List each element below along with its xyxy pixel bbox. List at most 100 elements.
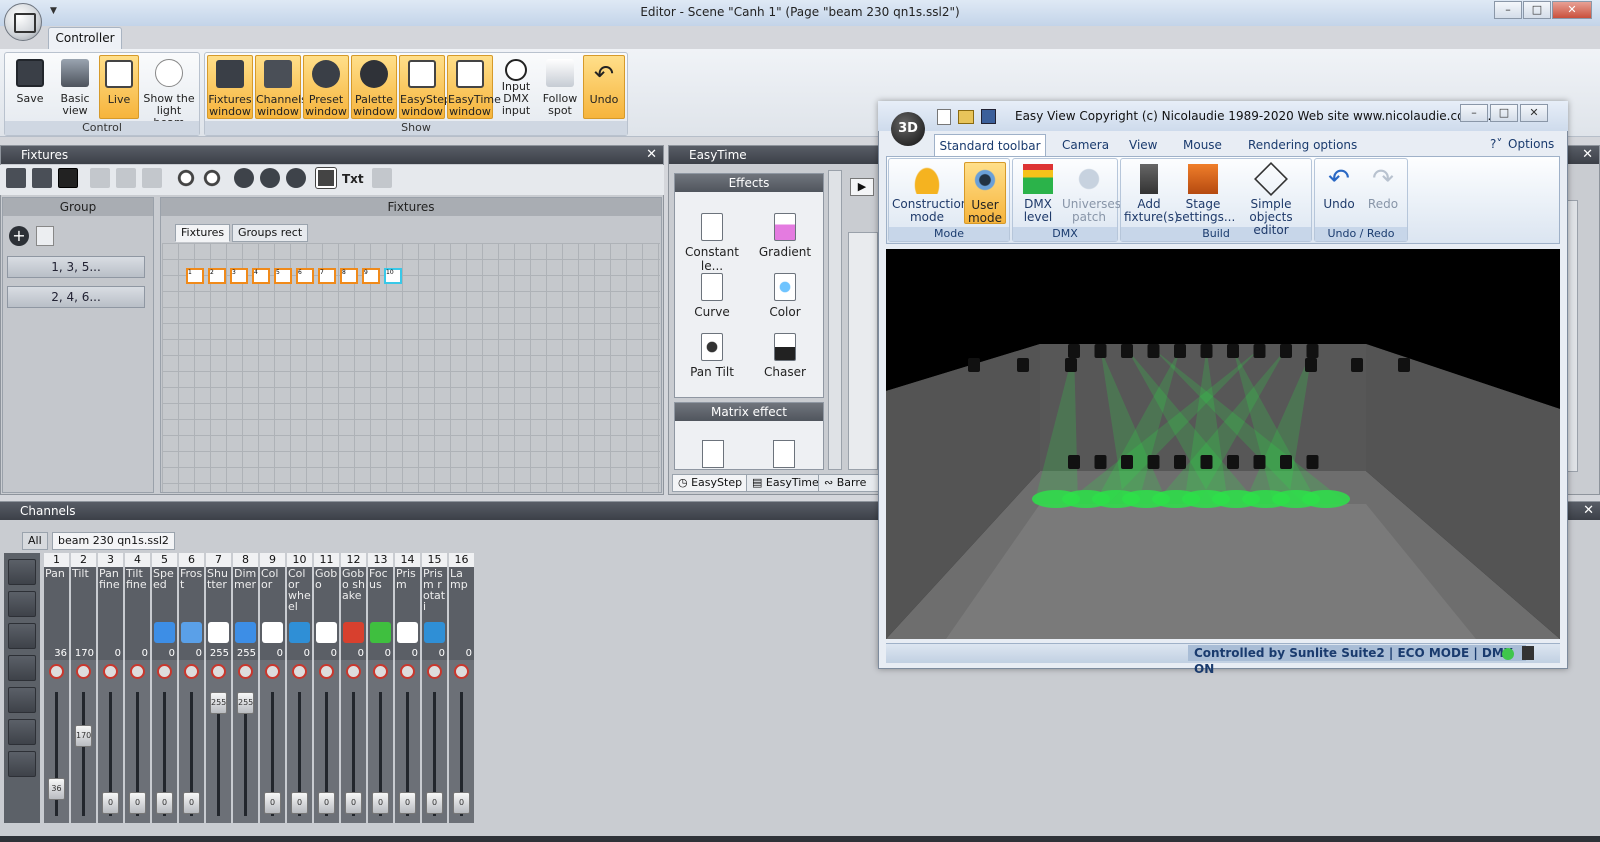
tab-groups-rect[interactable]: Groups rect [232,224,309,242]
color-faders-icon[interactable] [8,655,36,681]
fader-handle[interactable]: 0 [102,792,119,814]
fader-handle[interactable]: 36 [48,778,65,800]
fixture-icon[interactable]: 3 [230,268,248,284]
fader-handle[interactable]: 0 [399,792,416,814]
tab-easytime[interactable]: ▤ EasyTime [746,474,825,492]
fader-handle[interactable]: 0 [183,792,200,814]
channel-icon-cell[interactable] [368,620,393,648]
easyview-maximize-button[interactable]: □ [1490,104,1518,122]
follow-spot-button[interactable]: Follow spot [539,55,581,119]
channel-fader[interactable]: 0 [125,686,150,823]
delete-icon[interactable] [142,168,162,188]
channel-fader[interactable]: 0 [314,686,339,823]
fader-handle[interactable]: 255 [237,692,254,714]
effects-scrollbar[interactable] [828,170,842,470]
channel-knob[interactable] [314,660,339,686]
list-icon[interactable] [8,687,36,713]
channel-fader[interactable]: 0 [287,686,312,823]
close-button[interactable]: ✕ [1552,1,1592,19]
universes-patch-button[interactable]: Universes patch [1062,162,1121,224]
matrix-effect-icon[interactable] [702,440,724,468]
channel-knob[interactable] [368,660,393,686]
channel-fader[interactable]: 0 [260,686,285,823]
fixture-icon[interactable]: 8 [340,268,358,284]
channel-icon-cell[interactable] [71,620,96,648]
open-folder-icon[interactable] [958,110,974,124]
channel-icon-cell[interactable] [449,620,474,648]
channel-fader[interactable]: 0 [98,686,123,823]
txt-toggle-button[interactable]: Txt [342,172,364,186]
tab-easystep[interactable]: ◷ EasyStep [672,474,749,492]
fixtures-window-button[interactable]: Fixtures window [207,55,253,119]
channel-fader[interactable]: 0 [341,686,366,823]
dots-small-icon[interactable] [286,168,306,188]
tab-beam-page[interactable]: beam 230 qn1s.ssl2 [52,532,175,550]
fixture-icon[interactable]: 10 [384,268,402,284]
channel-icon-cell[interactable] [233,620,258,648]
channel-icon-cell[interactable] [341,620,366,648]
group-item-odd[interactable]: 1, 3, 5... [7,256,145,278]
dots-medium-icon[interactable] [260,168,280,188]
options-menu[interactable]: Options [1508,137,1554,151]
add-fixtures-button[interactable]: Add fixture(s) [1124,162,1179,224]
channel-knob[interactable] [341,660,366,686]
fixture-icon[interactable]: 7 [318,268,336,284]
fader-handle[interactable]: 0 [156,792,173,814]
fader-handle[interactable]: 0 [453,792,470,814]
app-menu-button[interactable] [4,3,42,41]
fader-handle[interactable]: 0 [318,792,335,814]
fader-handle[interactable]: 0 [372,792,389,814]
undo-button[interactable]: ↶ Undo [583,55,625,119]
channel-fader[interactable]: 0 [368,686,393,823]
effect-chaser[interactable]: Chaser [750,333,820,379]
tab-standard-toolbar[interactable]: Standard toolbar [934,134,1046,157]
effect-curve[interactable]: Curve [677,273,747,319]
matrix-effect-icon[interactable] [773,440,795,468]
tab-all[interactable]: All [22,532,48,550]
easyview-close-button[interactable]: ✕ [1520,104,1548,122]
effect-icon[interactable] [8,719,36,745]
fader-handle[interactable]: 0 [345,792,362,814]
user-mode-button[interactable]: User mode [964,162,1006,225]
channel-fader[interactable]: 255 [206,686,231,823]
close-icon[interactable]: ✕ [1582,146,1593,164]
dots-large-icon[interactable] [234,168,254,188]
play-icon[interactable]: ▶ [850,178,874,196]
easyview-3d-logo[interactable]: 3D [891,112,925,146]
fixture-icon[interactable]: 1 [186,268,204,284]
effect-color[interactable]: Color [750,273,820,319]
channel-fader[interactable]: 255 [233,686,258,823]
easytime-window-button[interactable]: EasyTime window [447,55,501,119]
easystep-window-button[interactable]: EasyStep window [399,55,451,119]
channel-fader[interactable]: 0 [152,686,177,823]
channel-fader[interactable]: 170 [71,686,96,823]
channel-fader[interactable]: 0 [395,686,420,823]
tab-fixtures[interactable]: Fixtures [175,224,231,242]
channel-fader[interactable]: 36 [44,686,69,823]
dmx-input-button[interactable]: Input DMX input [495,55,537,119]
channels-window-button[interactable]: Channels window [255,55,307,119]
effect-pan-tilt[interactable]: Pan Tilt [677,333,747,379]
dmx-level-button[interactable]: DMX level [1016,162,1060,224]
channel-icon-cell[interactable] [98,620,123,648]
channel-knob[interactable] [287,660,312,686]
channel-knob[interactable] [152,660,177,686]
simple-objects-editor-button[interactable]: Simple objects editor [1232,162,1310,237]
construction-mode-button[interactable]: Construction mode [892,162,968,224]
tab-mouse[interactable]: Mouse [1183,138,1222,152]
easyview-minimize-button[interactable]: – [1460,104,1488,122]
tab-view[interactable]: View [1129,138,1157,152]
import-group-icon[interactable] [36,226,54,246]
add-group-plus-icon[interactable]: + [9,226,29,246]
save-button[interactable]: Save [9,55,51,119]
pen-icon[interactable] [372,168,392,188]
tab-controller[interactable]: Controller [48,27,122,50]
effect-gradient[interactable]: Gradient [750,213,820,259]
preset-window-button[interactable]: Preset window [303,55,349,119]
live-button[interactable]: Live [99,55,139,119]
palette-window-button[interactable]: Palette window [351,55,397,119]
fixture-icon[interactable]: 9 [362,268,380,284]
faders-icon[interactable] [8,623,36,649]
channel-icon-cell[interactable] [206,620,231,648]
channel-icon-cell[interactable] [125,620,150,648]
